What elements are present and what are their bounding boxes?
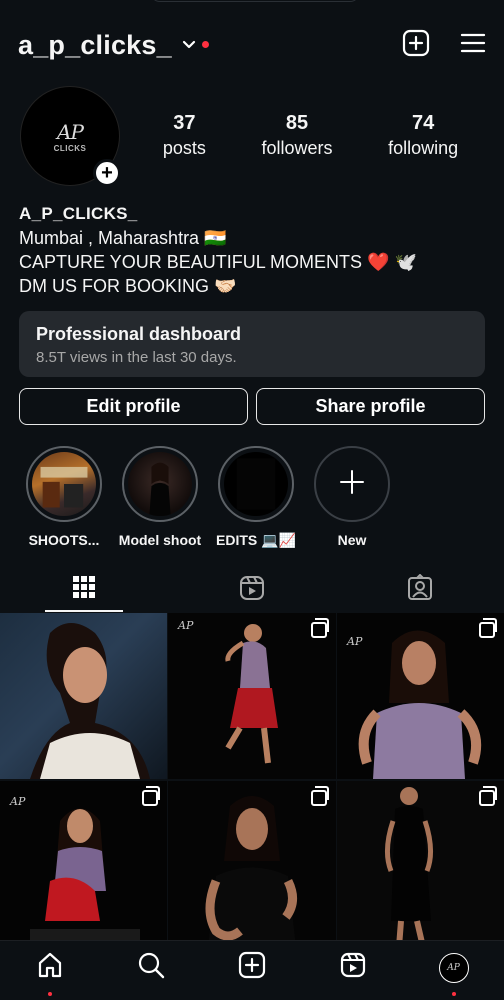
profile-tabs: [0, 566, 504, 612]
highlight-shoots[interactable]: SHOOTS...: [16, 446, 112, 549]
highlight-ring: [122, 446, 198, 522]
tab-grid[interactable]: [0, 566, 168, 612]
bio-line-location: Mumbai , Maharashtra 🇮🇳: [19, 228, 227, 248]
bio-line-tagline: CAPTURE YOUR BEAUTIFUL MOMENTS ❤️ 🕊️: [19, 252, 417, 272]
avatar-logo-sub: CLICKS: [53, 143, 87, 153]
plus-icon: [338, 468, 366, 501]
post-thumbnail[interactable]: [0, 613, 167, 779]
stat-number: 74: [412, 112, 435, 134]
story-highlights: SHOOTS... Model shoot EDITS 💻📈 New: [16, 446, 400, 549]
highlight-label: Model shoot: [118, 532, 202, 548]
nav-create[interactable]: [232, 948, 272, 988]
dashboard-subtitle: 8.5T views in the last 30 days.: [36, 349, 237, 366]
post-thumbnail[interactable]: [337, 781, 504, 947]
nav-search[interactable]: [131, 948, 171, 988]
nav-reels[interactable]: [333, 948, 373, 988]
watermark-logo: AP: [10, 795, 26, 808]
post-thumbnail[interactable]: AP: [168, 613, 336, 779]
bottom-navigation: AP: [0, 940, 504, 1000]
stat-number: 85: [285, 112, 309, 134]
profile-header: a_p_clicks_: [18, 28, 486, 62]
avatar-logo: AP: [57, 119, 84, 144]
nav-home[interactable]: [30, 948, 70, 996]
profile-bio: A_P_CLICKS_ Mumbai , Maharashtra 🇮🇳 CAPT…: [19, 202, 486, 298]
profile-stats: 37 posts 85 followers 74 following: [135, 112, 486, 159]
post-thumbnail[interactable]: AP: [0, 781, 167, 947]
highlight-label: New: [337, 532, 367, 548]
grid-icon: [71, 574, 97, 605]
highlight-cover: [32, 452, 96, 516]
home-icon: [36, 951, 64, 984]
stat-label: posts: [162, 138, 206, 158]
stat-following[interactable]: 74 following: [388, 112, 458, 159]
highlight-ring: [218, 446, 294, 522]
watermark-logo: AP: [178, 619, 194, 632]
create-icon: [238, 951, 266, 984]
account-username[interactable]: a_p_clicks_: [18, 30, 172, 61]
carousel-icon: [311, 618, 329, 638]
stat-number: 37: [173, 112, 196, 134]
highlight-cover: [224, 452, 288, 516]
dashboard-title: Professional dashboard: [36, 324, 242, 344]
edit-profile-button[interactable]: Edit profile: [19, 388, 248, 425]
share-profile-button[interactable]: Share profile: [256, 388, 485, 425]
profile-avatar-container[interactable]: AP CLICKS +: [20, 86, 121, 187]
tab-reels[interactable]: [168, 566, 336, 612]
stat-posts[interactable]: 37 posts: [163, 112, 206, 159]
reels-icon: [238, 574, 266, 607]
stat-label: followers: [261, 138, 333, 158]
tab-tagged[interactable]: [336, 566, 504, 612]
bio-line-booking: DM US FOR BOOKING 🤝🏻: [19, 276, 237, 296]
posts-grid: AP AP AP: [0, 613, 504, 947]
nav-profile[interactable]: AP: [434, 948, 474, 996]
tagged-icon: [406, 573, 434, 607]
watermark-logo: AP: [347, 635, 363, 648]
carousel-icon: [311, 786, 329, 806]
notification-dot: [48, 991, 53, 996]
highlight-new-ring: [314, 446, 390, 522]
stat-label: following: [388, 138, 459, 158]
carousel-icon: [142, 786, 160, 806]
highlight-cover: [128, 452, 192, 516]
highlight-edits[interactable]: EDITS 💻📈: [208, 446, 304, 549]
chevron-down-icon[interactable]: [182, 37, 196, 55]
carousel-icon: [479, 618, 497, 638]
status-notch: [150, 0, 360, 2]
post-thumbnail[interactable]: AP: [337, 613, 504, 779]
professional-dashboard[interactable]: Professional dashboard 8.5T views in the…: [19, 311, 485, 377]
notification-dot: [201, 40, 209, 48]
add-story-icon[interactable]: +: [93, 159, 121, 187]
highlight-new[interactable]: New: [304, 446, 400, 549]
search-icon: [137, 951, 165, 984]
post-thumbnail[interactable]: [168, 781, 336, 947]
highlight-model-shoot[interactable]: Model shoot: [112, 446, 208, 549]
notification-dot: [451, 991, 456, 996]
create-post-icon[interactable]: [402, 29, 430, 62]
menu-icon[interactable]: [460, 32, 486, 59]
display-name: A_P_CLICKS_: [19, 204, 138, 223]
reels-icon: [339, 951, 367, 984]
stat-followers[interactable]: 85 followers: [261, 112, 332, 159]
highlight-label: SHOOTS...: [28, 532, 100, 548]
profile-actions: Edit profile Share profile: [19, 388, 485, 425]
highlight-ring: [26, 446, 102, 522]
profile-avatar-icon: AP: [438, 952, 469, 983]
carousel-icon: [479, 786, 497, 806]
highlight-label: EDITS 💻📈: [216, 532, 296, 548]
